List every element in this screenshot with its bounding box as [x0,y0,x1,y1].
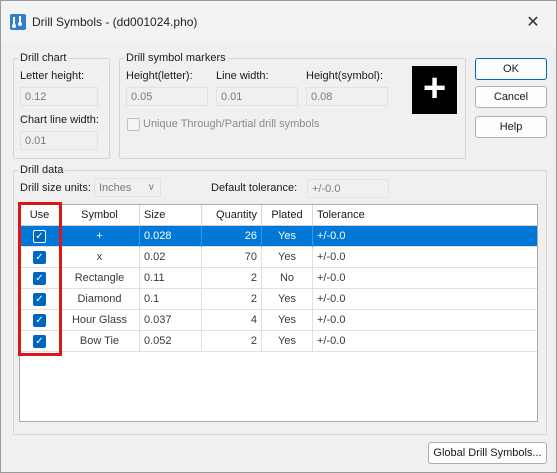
help-button[interactable]: Help [475,116,547,138]
drill-chart-legend: Drill chart [20,52,67,64]
size-cell[interactable]: 0.02 [140,247,202,268]
tolerance-cell[interactable]: +/-0.0 [313,289,537,310]
line-width-label: Line width: [216,70,269,82]
drill-symbols-dialog: Drill Symbols - (dd001024.pho) ✕ Drill c… [0,0,557,473]
size-cell[interactable]: 0.052 [140,331,202,352]
chart-line-width-label: Chart line width: [20,114,99,126]
letter-height-label: Letter height: [20,70,85,82]
window-title: Drill Symbols - (dd001024.pho) [32,15,198,29]
table-row[interactable]: ✓ Rectangle 0.11 2 No +/-0.0 [20,268,537,289]
use-cell[interactable]: ✓ [20,310,60,331]
quantity-cell[interactable]: 26 [202,226,262,247]
symbol-cell[interactable]: Bow Tie [60,331,140,352]
symbol-cell[interactable]: Rectangle [60,268,140,289]
default-tolerance-label: Default tolerance: [211,182,298,194]
size-cell[interactable]: 0.1 [140,289,202,310]
plated-cell[interactable]: Yes [262,331,313,352]
height-letter-field[interactable]: 0.05 [126,87,208,106]
table-row[interactable]: ✓ Hour Glass 0.037 4 Yes +/-0.0 [20,310,537,331]
tolerance-cell[interactable]: +/-0.0 [313,310,537,331]
line-width-field[interactable]: 0.01 [216,87,298,106]
plus-symbol-icon: + [422,66,447,110]
size-cell[interactable]: 0.11 [140,268,202,289]
height-letter-label: Height(letter): [126,70,193,82]
use-checkbox[interactable]: ✓ [33,230,46,243]
quantity-cell[interactable]: 2 [202,268,262,289]
title-bar: Drill Symbols - (dd001024.pho) ✕ [1,1,556,43]
quantity-cell[interactable]: 2 [202,289,262,310]
tolerance-cell[interactable]: +/-0.0 [313,331,537,352]
plated-cell[interactable]: No [262,268,313,289]
column-header-size[interactable]: Size [140,205,202,226]
use-checkbox[interactable]: ✓ [33,335,46,348]
column-header-plated[interactable]: Plated [262,205,313,226]
tolerance-cell[interactable]: +/-0.0 [313,247,537,268]
table-row[interactable]: ✓ Bow Tie 0.052 2 Yes +/-0.0 [20,331,537,352]
use-cell[interactable]: ✓ [20,331,60,352]
use-cell[interactable]: ✓ [20,226,60,247]
plated-cell[interactable]: Yes [262,289,313,310]
table-row[interactable]: ✓ x 0.02 70 Yes +/-0.0 [20,247,537,268]
table-row[interactable]: ✓ + 0.028 26 Yes +/-0.0 [20,226,537,247]
ok-button[interactable]: OK [475,58,547,80]
symbol-cell[interactable]: + [60,226,140,247]
height-symbol-label: Height(symbol): [306,70,384,82]
use-cell[interactable]: ✓ [20,268,60,289]
size-cell[interactable]: 0.037 [140,310,202,331]
table-header: Use Symbol Size Quantity Plated Toleranc… [20,205,537,226]
unique-drill-symbols-checkbox[interactable] [127,118,140,131]
symbol-cell[interactable]: x [60,247,140,268]
height-symbol-field[interactable]: 0.08 [306,87,388,106]
use-cell[interactable]: ✓ [20,289,60,310]
column-header-tolerance[interactable]: Tolerance [313,205,537,226]
global-drill-symbols-button[interactable]: Global Drill Symbols... [428,442,547,464]
use-checkbox[interactable]: ✓ [33,272,46,285]
drill-table: Use Symbol Size Quantity Plated Toleranc… [19,204,538,422]
tolerance-cell[interactable]: +/-0.0 [313,226,537,247]
drill-size-units-label: Drill size units: [20,182,91,194]
column-header-symbol[interactable]: Symbol [60,205,140,226]
use-checkbox[interactable]: ✓ [33,314,46,327]
plated-cell[interactable]: Yes [262,310,313,331]
default-tolerance-field[interactable]: +/-0.0 [307,179,389,198]
letter-height-field[interactable]: 0.12 [20,87,98,106]
drill-size-units-value: Inches [99,182,132,194]
quantity-cell[interactable]: 2 [202,331,262,352]
plated-cell[interactable]: Yes [262,247,313,268]
column-header-quantity[interactable]: Quantity [202,205,262,226]
size-cell[interactable]: 0.028 [140,226,202,247]
app-icon [10,14,26,30]
quantity-cell[interactable]: 70 [202,247,262,268]
tolerance-cell[interactable]: +/-0.0 [313,268,537,289]
symbol-cell[interactable]: Hour Glass [60,310,140,331]
column-header-use[interactable]: Use [20,205,60,226]
chevron-down-icon: ∨ [147,182,155,193]
use-cell[interactable]: ✓ [20,247,60,268]
use-checkbox[interactable]: ✓ [33,251,46,264]
plated-cell[interactable]: Yes [262,226,313,247]
use-checkbox[interactable]: ✓ [33,293,46,306]
drill-symbol-markers-legend: Drill symbol markers [126,52,226,64]
table-row[interactable]: ✓ Diamond 0.1 2 Yes +/-0.0 [20,289,537,310]
symbol-preview: + [412,66,457,114]
drill-size-units-select[interactable]: Inches ∨ [94,178,161,197]
symbol-cell[interactable]: Diamond [60,289,140,310]
close-icon[interactable]: ✕ [510,1,556,43]
chart-line-width-field[interactable]: 0.01 [20,131,98,150]
quantity-cell[interactable]: 4 [202,310,262,331]
unique-drill-symbols-label: Unique Through/Partial drill symbols [143,118,320,130]
cancel-button[interactable]: Cancel [475,86,547,108]
drill-data-legend: Drill data [20,164,64,176]
